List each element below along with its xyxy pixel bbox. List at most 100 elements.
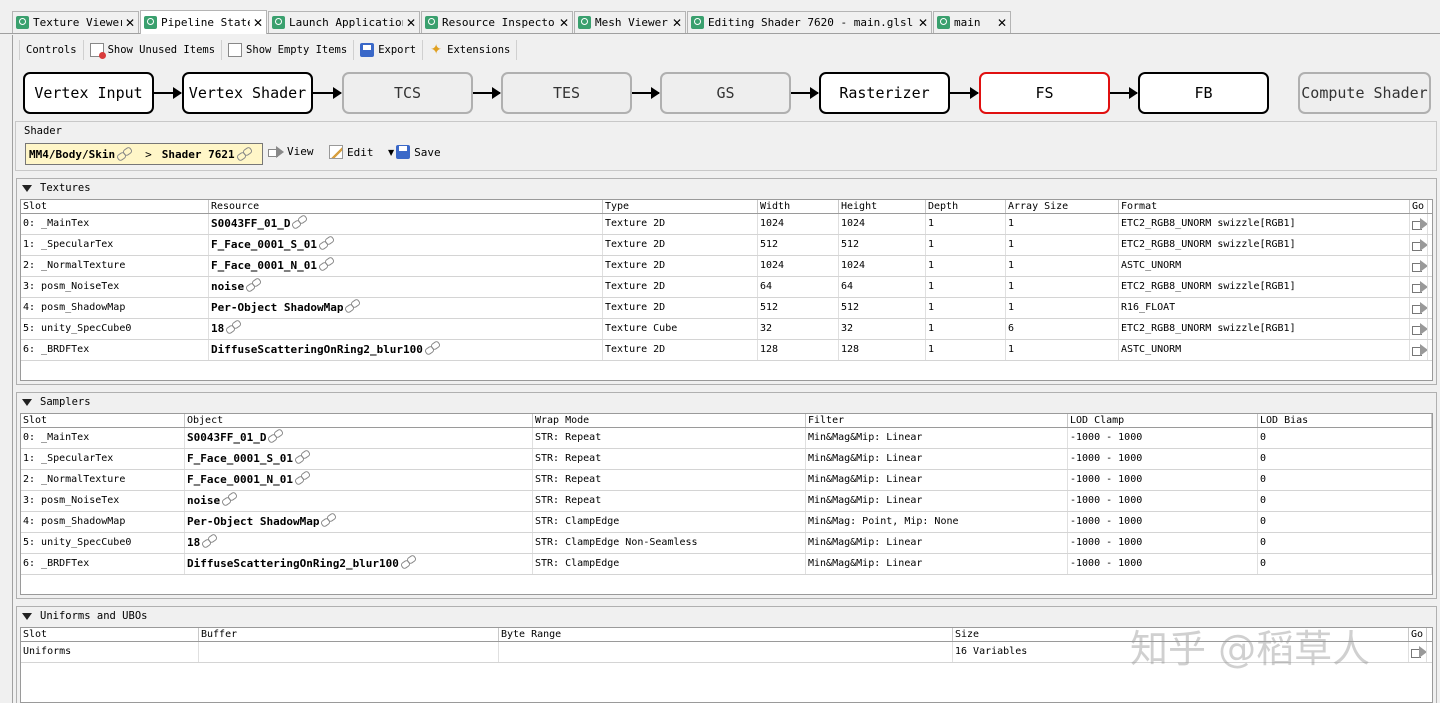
go-arrow-icon[interactable] <box>1412 301 1427 315</box>
go-arrow-icon[interactable] <box>1412 217 1427 231</box>
stage-tes[interactable]: TES <box>501 72 632 114</box>
textures-header[interactable]: Textures <box>17 179 1436 197</box>
close-icon[interactable]: ✕ <box>250 16 266 30</box>
tab-texture-viewer[interactable]: Texture Viewer ✕ <box>12 11 139 33</box>
table-row[interactable]: 3: posm_NoiseTex noise Texture 2D 64 64 1 1 ETC… <box>21 277 1432 298</box>
document-tab-bar: Texture Viewer ✕ Pipeline State ✕ Launch App… <box>0 0 1440 34</box>
samplers-header[interactable]: Samplers <box>17 393 1436 411</box>
table-row[interactable]: 1: _SpecularTex F_Face_0001_S_01 STR: Repe… <box>21 449 1432 470</box>
textures-column-header[interactable]: Go <box>1410 200 1428 213</box>
resource-link[interactable]: noise <box>211 280 244 293</box>
table-row[interactable]: 5: unity_SpecCube0 18 STR: ClampEdge Non-S… <box>21 533 1432 554</box>
show-unused-items-toggle[interactable]: Show Unused Items <box>84 40 223 60</box>
samplers-column-header[interactable]: Wrap Mode <box>533 414 806 427</box>
cell-text: 0: _MainTex <box>23 218 90 229</box>
table-row[interactable]: 1: _SpecularTex F_Face_0001_S_01 Texture 2… <box>21 235 1432 256</box>
resource-link[interactable]: F_Face_0001_N_01 <box>187 473 293 486</box>
textures-column-header[interactable]: Resource <box>209 200 603 213</box>
uniforms-header[interactable]: Uniforms and UBOs <box>17 607 1436 625</box>
close-icon[interactable]: ✕ <box>915 16 931 30</box>
textures-column-header[interactable]: Format <box>1119 200 1410 213</box>
samplers-column-header[interactable]: Object <box>185 414 533 427</box>
resource-link[interactable]: noise <box>187 494 220 507</box>
table-row[interactable]: 0: _MainTex S0043FF_01_D Texture 2D 1024 102… <box>21 214 1432 235</box>
go-arrow-icon[interactable] <box>1412 322 1427 336</box>
textures-column-header[interactable]: Array Size <box>1006 200 1119 213</box>
stage-tcs[interactable]: TCS <box>342 72 473 114</box>
resource-link[interactable]: DiffuseScatteringOnRing2_blur100 <box>211 343 423 356</box>
cell-text: 1 <box>928 302 935 313</box>
close-icon[interactable]: ✕ <box>994 16 1010 30</box>
tab-editing-shader-7620-main-glsl[interactable]: Editing Shader 7620 - main.glsl - ✕ <box>687 11 932 33</box>
edit-shader-button[interactable]: Edit <box>329 145 374 159</box>
samplers-column-header[interactable]: Slot <box>21 414 185 427</box>
table-row[interactable]: 2: _NormalTexture F_Face_0001_N_01 Texture… <box>21 256 1432 277</box>
table-row[interactable]: 3: posm_NoiseTex noise STR: Repeat Min&Mag&… <box>21 491 1432 512</box>
stage-vertex-input[interactable]: Vertex Input <box>23 72 154 114</box>
table-cell: -1000 - 1000 <box>1068 428 1258 448</box>
resource-link[interactable]: S0043FF_01_D <box>187 431 266 444</box>
uniforms-column-header[interactable]: Size <box>953 628 1409 641</box>
table-row[interactable]: Uniforms 16 Variables <box>21 642 1432 663</box>
resource-link[interactable]: F_Face_0001_N_01 <box>211 259 317 272</box>
textures-column-header[interactable]: Depth <box>926 200 1006 213</box>
stage-fb[interactable]: FB <box>1138 72 1269 114</box>
close-icon[interactable]: ✕ <box>403 16 419 30</box>
table-row[interactable]: 4: posm_ShadowMap Per-Object ShadowMap STR… <box>21 512 1432 533</box>
uniforms-column-header[interactable]: Go <box>1409 628 1427 641</box>
table-row[interactable]: 6: _BRDFTex DiffuseScatteringOnRing2_blur… <box>21 340 1432 361</box>
resource-link[interactable]: 18 <box>187 536 200 549</box>
samplers-column-header[interactable]: LOD Clamp <box>1068 414 1258 427</box>
export-button[interactable]: Export <box>354 40 424 60</box>
stage-compute-shader[interactable]: Compute Shader <box>1298 72 1431 114</box>
tab-mesh-viewer[interactable]: Mesh Viewer ✕ <box>574 11 686 33</box>
resource-link[interactable]: 18 <box>211 322 224 335</box>
stage-fs[interactable]: FS <box>979 72 1110 114</box>
go-arrow-icon[interactable] <box>1412 343 1427 357</box>
stage-gs[interactable]: GS <box>660 72 791 114</box>
table-cell: 512 <box>839 298 926 318</box>
textures-column-header[interactable]: Type <box>603 200 758 213</box>
tab-main[interactable]: main ✕ <box>933 11 1011 33</box>
go-cell <box>1410 277 1428 297</box>
uniforms-column-header[interactable]: Slot <box>21 628 199 641</box>
controls-button[interactable]: Controls <box>19 40 84 60</box>
resource-link[interactable]: F_Face_0001_S_01 <box>187 452 293 465</box>
table-row[interactable]: 6: _BRDFTex DiffuseScatteringOnRing2_blur… <box>21 554 1432 575</box>
close-icon[interactable]: ✕ <box>122 16 138 30</box>
resource-link[interactable]: Per-Object ShadowMap <box>211 301 343 314</box>
show-empty-items-toggle[interactable]: Show Empty Items <box>222 40 355 60</box>
tab-pipeline-state[interactable]: Pipeline State ✕ <box>140 10 267 34</box>
uniforms-column-header[interactable]: Byte Range <box>499 628 953 641</box>
tab-launch-application[interactable]: Launch Application ✕ <box>268 11 420 33</box>
table-row[interactable]: 2: _NormalTexture F_Face_0001_N_01 STR: Re… <box>21 470 1432 491</box>
resource-link[interactable]: S0043FF_01_D <box>211 217 290 230</box>
uniforms-column-header[interactable]: Buffer <box>199 628 499 641</box>
cell-text: R16_FLOAT <box>1121 302 1176 313</box>
view-shader-button[interactable]: View <box>268 145 314 158</box>
stage-vertex-shader[interactable]: Vertex Shader <box>182 72 313 114</box>
go-arrow-icon[interactable] <box>1412 280 1427 294</box>
textures-column-header[interactable]: Height <box>839 200 926 213</box>
textures-column-header[interactable]: Slot <box>21 200 209 213</box>
samplers-column-header[interactable]: LOD Bias <box>1258 414 1432 427</box>
table-row[interactable]: 5: unity_SpecCube0 18 Texture Cube 32 32 1 6 ET… <box>21 319 1432 340</box>
save-shader-button[interactable]: ▼ Save <box>388 145 441 159</box>
samplers-column-header[interactable]: Filter <box>806 414 1068 427</box>
resource-link[interactable]: DiffuseScatteringOnRing2_blur100 <box>187 557 399 570</box>
cell-text: 1 <box>1008 344 1015 355</box>
go-arrow-icon[interactable] <box>1411 645 1426 659</box>
close-icon[interactable]: ✕ <box>556 16 572 30</box>
resource-link[interactable]: Per-Object ShadowMap <box>187 515 319 528</box>
stage-rasterizer[interactable]: Rasterizer <box>819 72 950 114</box>
shader-path-breadcrumb[interactable]: MM4/Body/Skin > Shader 7621 <box>25 143 263 165</box>
table-row[interactable]: 0: _MainTex S0043FF_01_D STR: Repeat Min&Ma… <box>21 428 1432 449</box>
table-row[interactable]: 4: posm_ShadowMap Per-Object ShadowMap Tex… <box>21 298 1432 319</box>
tab-resource-inspector[interactable]: Resource Inspector ✕ <box>421 11 573 33</box>
extensions-button[interactable]: ✦ Extensions <box>423 40 518 60</box>
resource-link[interactable]: F_Face_0001_S_01 <box>211 238 317 251</box>
go-arrow-icon[interactable] <box>1412 259 1427 273</box>
close-icon[interactable]: ✕ <box>669 16 685 30</box>
textures-column-header[interactable]: Width <box>758 200 839 213</box>
go-arrow-icon[interactable] <box>1412 238 1427 252</box>
